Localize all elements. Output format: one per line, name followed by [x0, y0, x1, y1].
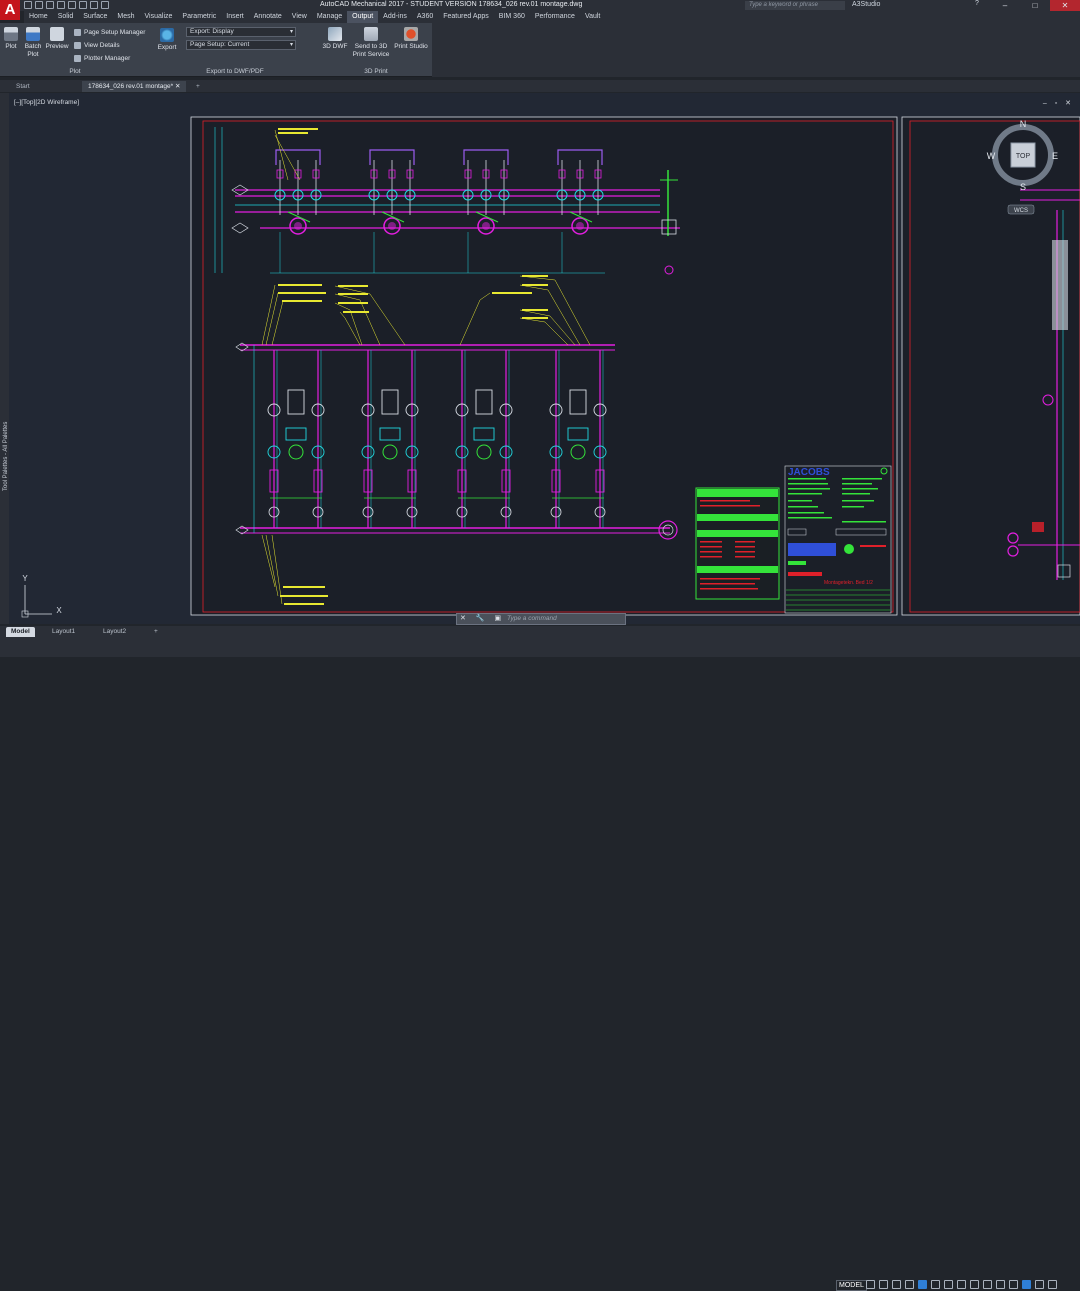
lineweight-icon[interactable]: [944, 1280, 953, 1289]
title-block-company: JACOBS: [788, 467, 830, 478]
wcs-label: WCS: [1014, 208, 1028, 214]
clean-screen-icon[interactable]: [1035, 1280, 1044, 1289]
viewport-window-controls[interactable]: – ▫ ✕: [1043, 99, 1074, 107]
ucs-y-label: Y: [22, 574, 28, 583]
ucs-x-label: X: [56, 606, 62, 615]
ucs-icon: Y X: [21, 574, 62, 618]
compass-west[interactable]: W: [987, 151, 996, 161]
command-line-icons[interactable]: ✕ 🔧 ▣: [460, 614, 505, 622]
workspace-switch-icon[interactable]: [970, 1280, 979, 1289]
status-toggles: [866, 1280, 1057, 1289]
layout-tab-layout1[interactable]: Layout1: [47, 627, 80, 637]
snap-icon[interactable]: [879, 1280, 888, 1289]
model-space-toggle[interactable]: MODEL: [836, 1280, 867, 1291]
drawing-canvas[interactable]: JACOBS Montagetekn. Bed 1/2 TOP N S E W: [0, 0, 1080, 657]
layout-tab-layout2[interactable]: Layout2: [98, 627, 131, 637]
customization-icon[interactable]: [1048, 1280, 1057, 1289]
ortho-icon[interactable]: [892, 1280, 901, 1289]
osnap-icon[interactable]: [918, 1280, 927, 1289]
otrack-icon[interactable]: [931, 1280, 940, 1289]
annotation-scale-icon[interactable]: [957, 1280, 966, 1289]
annotation-monitor-icon[interactable]: [983, 1280, 992, 1289]
compass-east[interactable]: E: [1052, 151, 1058, 161]
parts-list-table: [695, 487, 780, 600]
hardware-accel-icon[interactable]: [1022, 1280, 1031, 1289]
add-layout-button[interactable]: +: [149, 627, 163, 637]
units-icon[interactable]: [996, 1280, 1005, 1289]
compass-north[interactable]: N: [1020, 119, 1027, 129]
layout-tab-model[interactable]: Model: [6, 627, 35, 637]
app-logo[interactable]: A: [0, 0, 20, 20]
isolate-icon[interactable]: [1009, 1280, 1018, 1289]
title-block: JACOBS Montagetekn. Bed 1/2: [784, 465, 892, 614]
compass-south[interactable]: S: [1020, 182, 1026, 192]
viewport-controls-label[interactable]: [–][Top][2D Wireframe]: [14, 99, 79, 106]
polar-icon[interactable]: [905, 1280, 914, 1289]
second-sheet-frame: [901, 116, 1080, 616]
status-bar: MODEL: [0, 638, 1080, 1291]
layout-tab-bar: Model Layout1 Layout2 +: [0, 626, 1080, 638]
grid-icon[interactable]: [866, 1280, 875, 1289]
viewcube-top-label: TOP: [1016, 153, 1031, 160]
title-block-sheet-title: Montagetekn. Bed 1/2: [824, 580, 873, 586]
